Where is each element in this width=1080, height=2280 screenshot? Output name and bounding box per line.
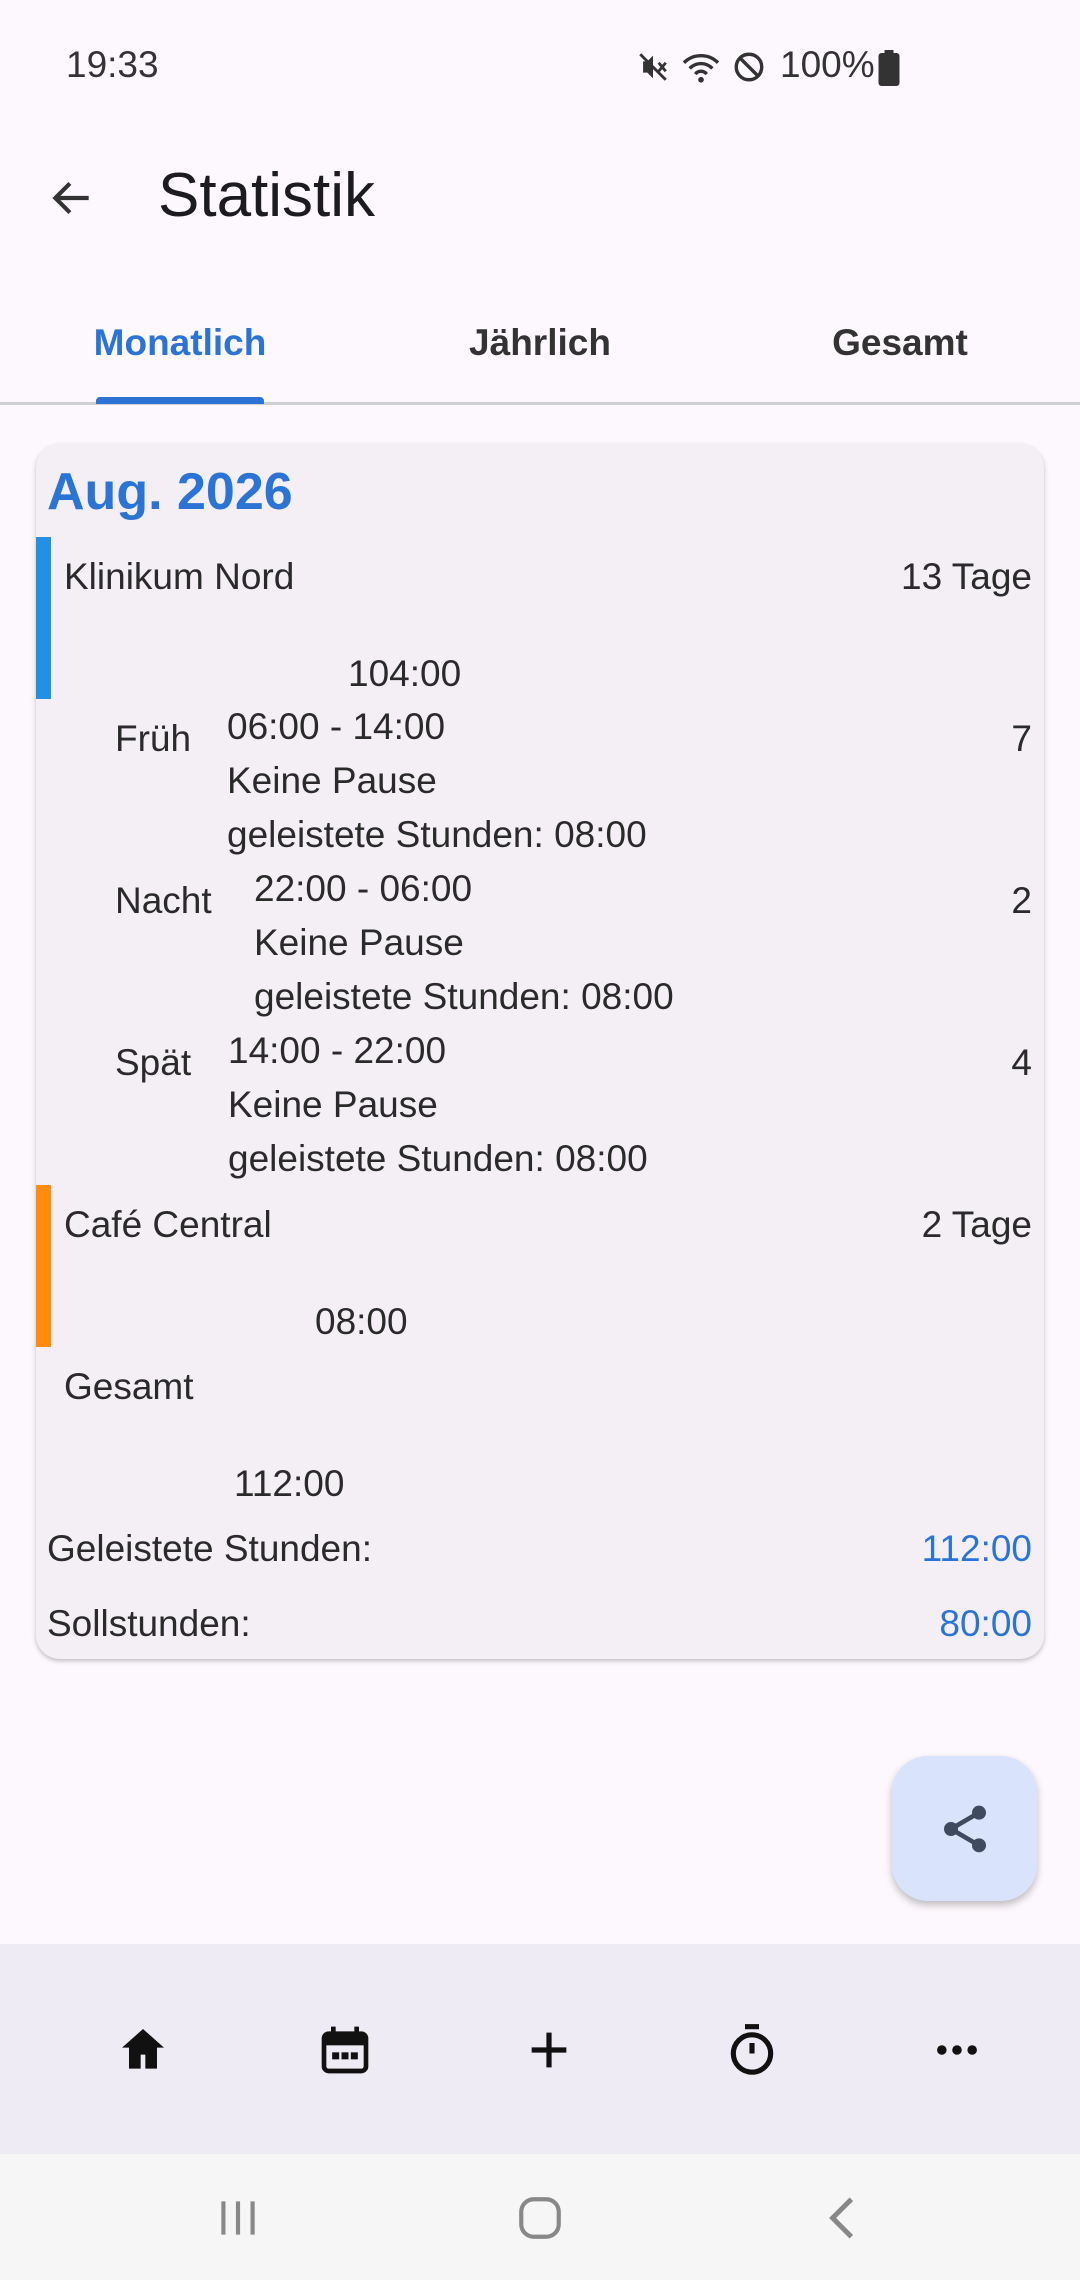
shift-time: 14:00 - 22:00 [228,1030,447,1071]
wifi-icon [682,54,720,83]
worked-hours-value: 112:00 [921,1528,1032,1569]
nav-add[interactable] [499,2008,599,2092]
status-time: 19:33 [66,44,159,85]
shift-pause: Keine Pause [254,922,464,963]
target-hours-label: Sollstunden: [47,1603,251,1644]
employer-days: 13 Tage [901,556,1032,597]
more-icon [937,2045,977,2055]
shift-hours: geleistete Stunden: 08:00 [228,1138,648,1179]
page-title: Statistik [158,161,376,230]
arrow-left-icon [52,181,89,215]
shift-hours: geleistete Stunden: 08:00 [254,976,674,1017]
worked-hours-label: Geleistete Stunden: [47,1528,372,1569]
shift-pause: Keine Pause [227,760,437,801]
nav-more[interactable] [907,2008,1007,2092]
employer-total-hours: 104:00 [348,653,462,694]
total-value: 112:00 [234,1463,345,1504]
shift-count: 7 [1011,718,1032,759]
calendar-icon [321,2026,369,2074]
mute-icon [639,53,667,81]
timer-icon [730,2024,774,2075]
shift-name: Nacht [115,880,212,921]
employer-color-bar [36,1185,51,1347]
nav-timer[interactable] [702,2008,802,2092]
shift-name: Spät [115,1042,192,1083]
total-label: Gesamt [64,1366,194,1407]
battery-percent: 100% [780,44,875,85]
nav-calendar[interactable] [295,2008,395,2092]
recent-apps-icon [221,2201,255,2235]
target-hours-value: 80:00 [939,1603,1032,1644]
employer-total-hours: 08:00 [315,1301,408,1342]
home-icon [122,2029,164,2069]
employer-days: 2 Tage [921,1204,1032,1245]
add-icon [531,2032,567,2068]
dnd-icon [734,52,764,82]
recent-apps-button[interactable] [183,2180,293,2256]
shift-count: 2 [1011,880,1032,921]
tab-monatlich[interactable]: Monatlich [30,322,330,364]
back-button[interactable] [34,160,110,236]
back-chevron-icon [829,2197,854,2239]
employer-name: Café Central [64,1204,272,1245]
tab-jaehrlich[interactable]: Jährlich [390,322,690,364]
back-system-button[interactable] [788,2180,898,2256]
shift-pause: Keine Pause [228,1084,438,1125]
shift-hours: geleistete Stunden: 08:00 [227,814,647,855]
shift-name: Früh [115,718,192,759]
shift-time: 06:00 - 14:00 [227,706,446,747]
month-title: Aug. 2026 [47,463,293,521]
battery-icon [878,50,900,86]
share-button[interactable] [892,1756,1037,1901]
nav-home[interactable] [93,2008,193,2092]
tab-gesamt[interactable]: Gesamt [750,322,1050,364]
tab-indicator [96,397,264,404]
shift-time: 22:00 - 06:00 [254,868,473,909]
employer-color-bar [36,537,51,699]
shift-count: 4 [1011,1042,1032,1083]
home-system-button[interactable] [485,2180,595,2256]
status-icons [636,44,766,90]
share-icon [943,1805,986,1852]
employer-name: Klinikum Nord [64,556,295,597]
home-circle-icon [519,2197,561,2239]
